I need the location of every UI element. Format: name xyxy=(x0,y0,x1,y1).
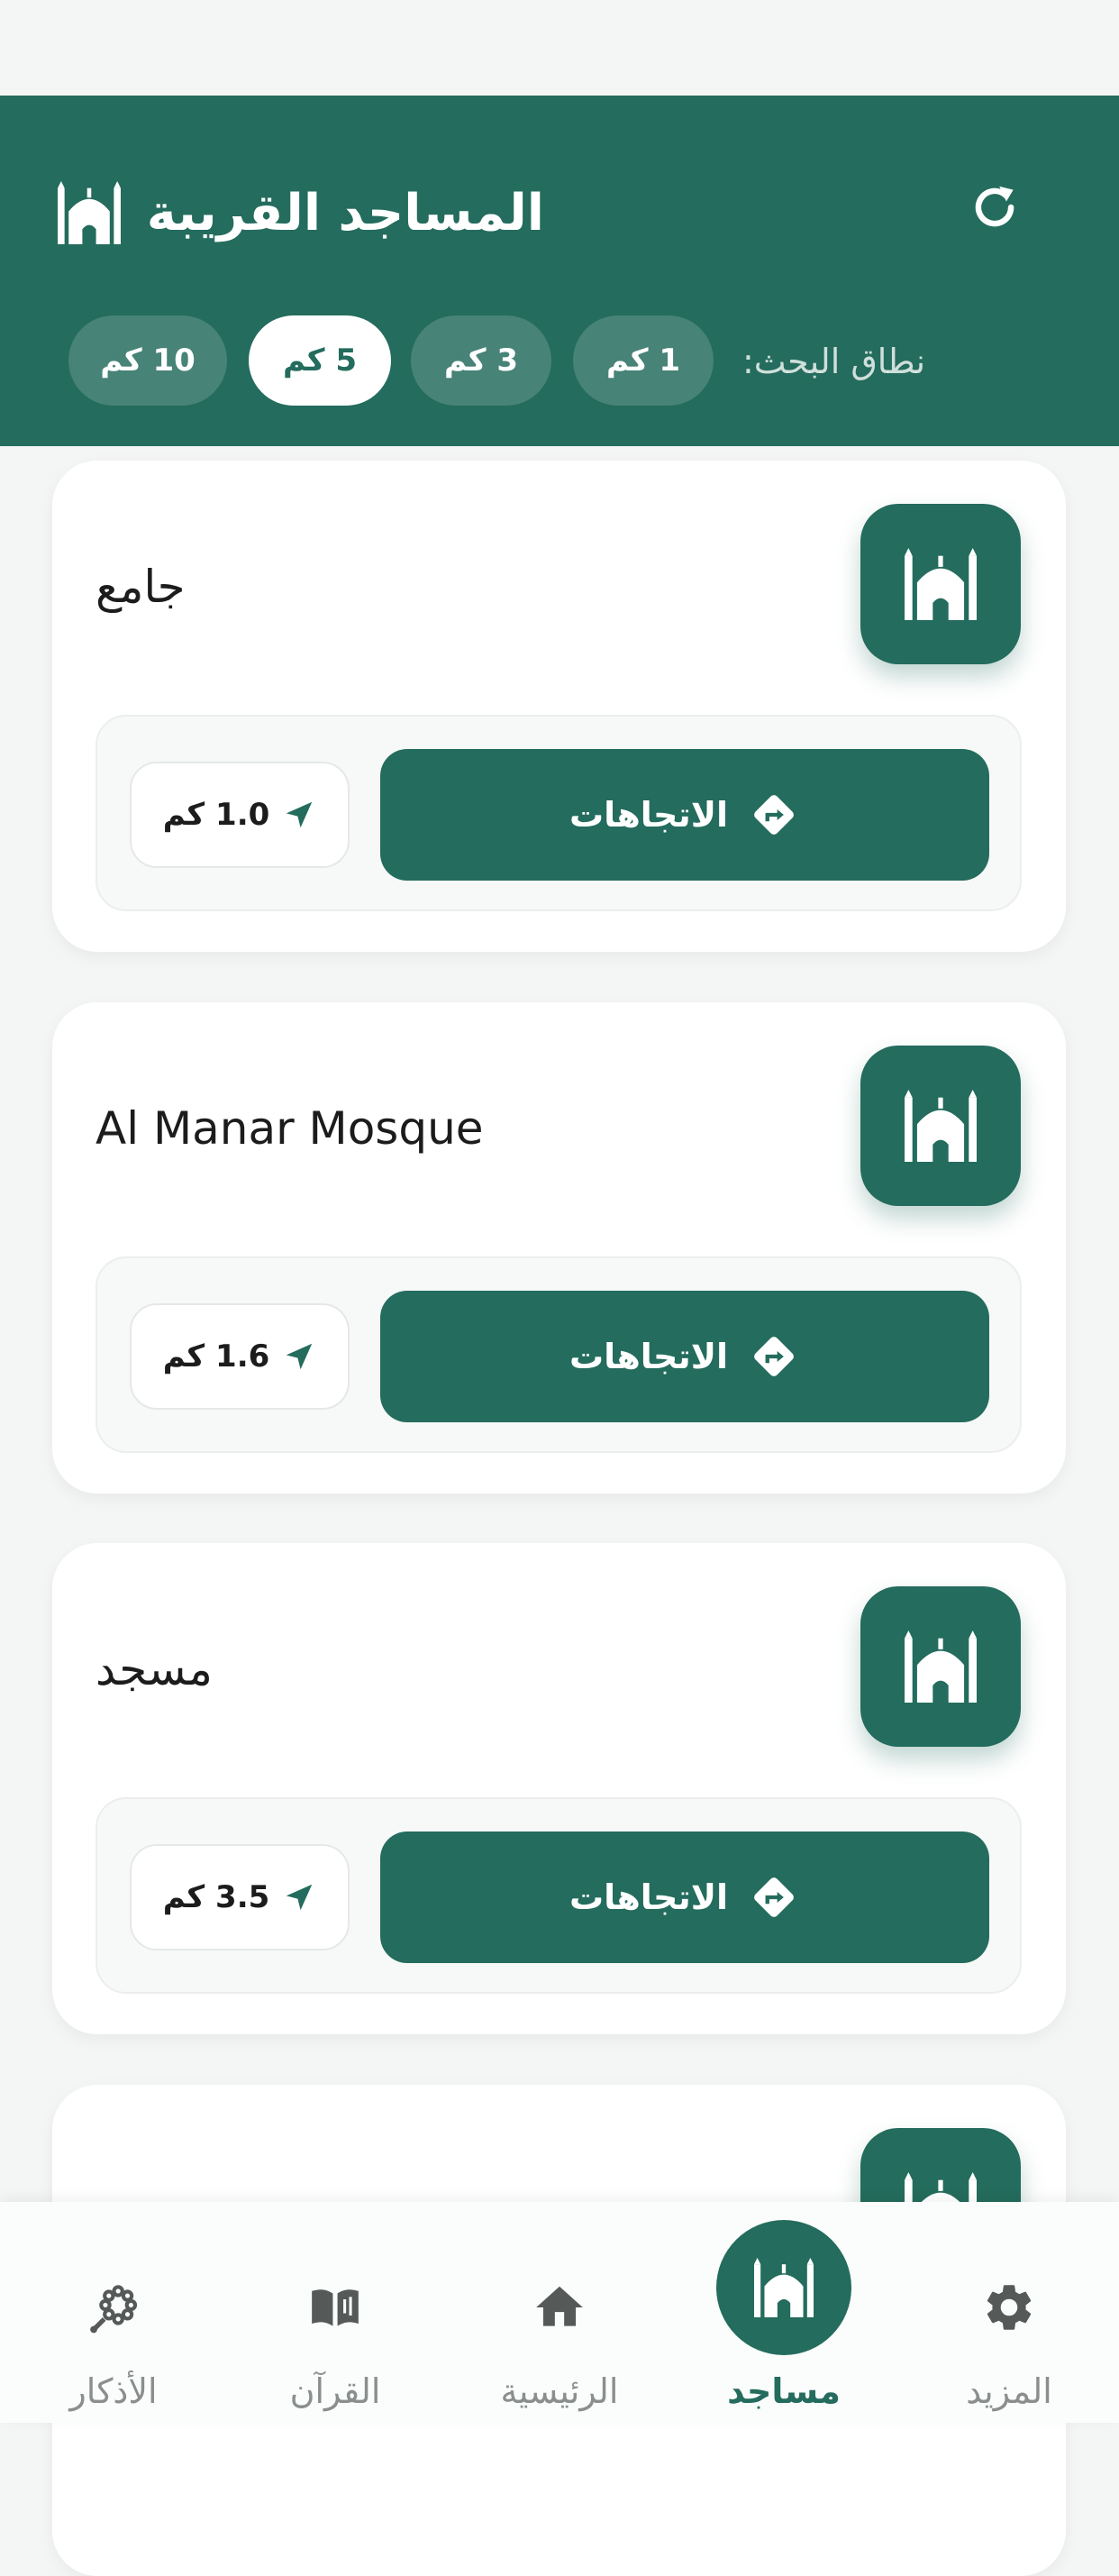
mosque-icon xyxy=(55,181,123,244)
bottom-nav: المزيد مساجد الرئيسية القرآن الأذكار xyxy=(0,2202,1119,2423)
nav-item-adhkar[interactable]: الأذكار xyxy=(14,2202,213,2423)
page-title-group: المساجد القريبة xyxy=(55,168,544,258)
range-chip-10km[interactable]: 10 كم xyxy=(68,315,227,406)
mosque-icon xyxy=(860,504,1021,664)
status-bar xyxy=(0,0,1119,96)
directions-button[interactable]: الاتجاهات xyxy=(380,1291,989,1422)
mosque-name: Al Manar Mosque xyxy=(96,1102,484,1155)
directions-icon xyxy=(748,789,800,841)
directions-icon xyxy=(748,1871,800,1923)
directions-button[interactable]: الاتجاهات xyxy=(380,1832,989,1963)
directions-icon xyxy=(748,1330,800,1383)
distance-badge: 1.0 كم xyxy=(130,762,350,868)
nav-item-home[interactable]: الرئيسية xyxy=(460,2202,659,2423)
card-actions: الاتجاهات 1.6 كم xyxy=(96,1256,1022,1453)
directions-label: الاتجاهات xyxy=(569,795,729,835)
mosque-card[interactable]: مسجد الاتجاهات 3.5 كم xyxy=(52,1543,1066,2034)
gear-icon xyxy=(978,2276,1041,2339)
directions-label: الاتجاهات xyxy=(569,1877,729,1917)
distance-badge: 1.6 كم xyxy=(130,1303,350,1410)
range-chip-5km[interactable]: 5 كم xyxy=(249,315,391,406)
nav-label: القرآن xyxy=(289,2371,381,2411)
home-icon xyxy=(528,2276,591,2339)
nav-item-quran[interactable]: القرآن xyxy=(236,2202,434,2423)
navigation-arrow-icon xyxy=(282,1880,316,1914)
card-actions: الاتجاهات 3.5 كم xyxy=(96,1797,1022,1994)
directions-label: الاتجاهات xyxy=(569,1337,729,1376)
distance-value: 1.0 كم xyxy=(162,797,270,833)
mosque-icon xyxy=(860,1046,1021,1206)
book-icon xyxy=(304,2276,367,2339)
distance-badge: 3.5 كم xyxy=(130,1844,350,1950)
mosque-name: مسجد xyxy=(96,1643,213,1695)
directions-button[interactable]: الاتجاهات xyxy=(380,749,989,881)
nav-item-mosques[interactable]: مساجد xyxy=(685,2202,883,2423)
nav-label: الأذكار xyxy=(69,2371,158,2411)
card-actions: الاتجاهات 1.0 كم xyxy=(96,715,1022,911)
prayer-beads-icon xyxy=(82,2276,145,2339)
mosque-name: جامع xyxy=(96,561,186,613)
page-title: المساجد القريبة xyxy=(146,183,544,242)
range-chip-3km[interactable]: 3 كم xyxy=(411,315,551,406)
mosque-card[interactable]: Al Manar Mosque الاتجاهات 1.6 كم xyxy=(52,1002,1066,1494)
navigation-arrow-icon xyxy=(282,1339,316,1374)
search-range-label: نطاق البحث: xyxy=(742,342,926,381)
refresh-button[interactable] xyxy=(959,171,1031,243)
navigation-arrow-icon xyxy=(282,798,316,832)
nav-label: المزيد xyxy=(966,2371,1052,2411)
nav-item-more[interactable]: المزيد xyxy=(910,2202,1108,2423)
mosque-icon xyxy=(860,1586,1021,1747)
refresh-icon xyxy=(967,179,1023,235)
distance-value: 3.5 كم xyxy=(162,1879,270,1915)
nav-label: مساجد xyxy=(727,2371,841,2411)
distance-value: 1.6 كم xyxy=(162,1338,270,1375)
range-chip-1km[interactable]: 1 كم xyxy=(573,315,714,406)
mosque-card[interactable]: جامع الاتجاهات 1.0 كم xyxy=(52,461,1066,952)
mosque-icon xyxy=(716,2220,851,2355)
app-header: المساجد القريبة نطاق البحث: 1 كم 3 كم 5 … xyxy=(0,96,1119,446)
nav-label: الرئيسية xyxy=(500,2371,619,2411)
